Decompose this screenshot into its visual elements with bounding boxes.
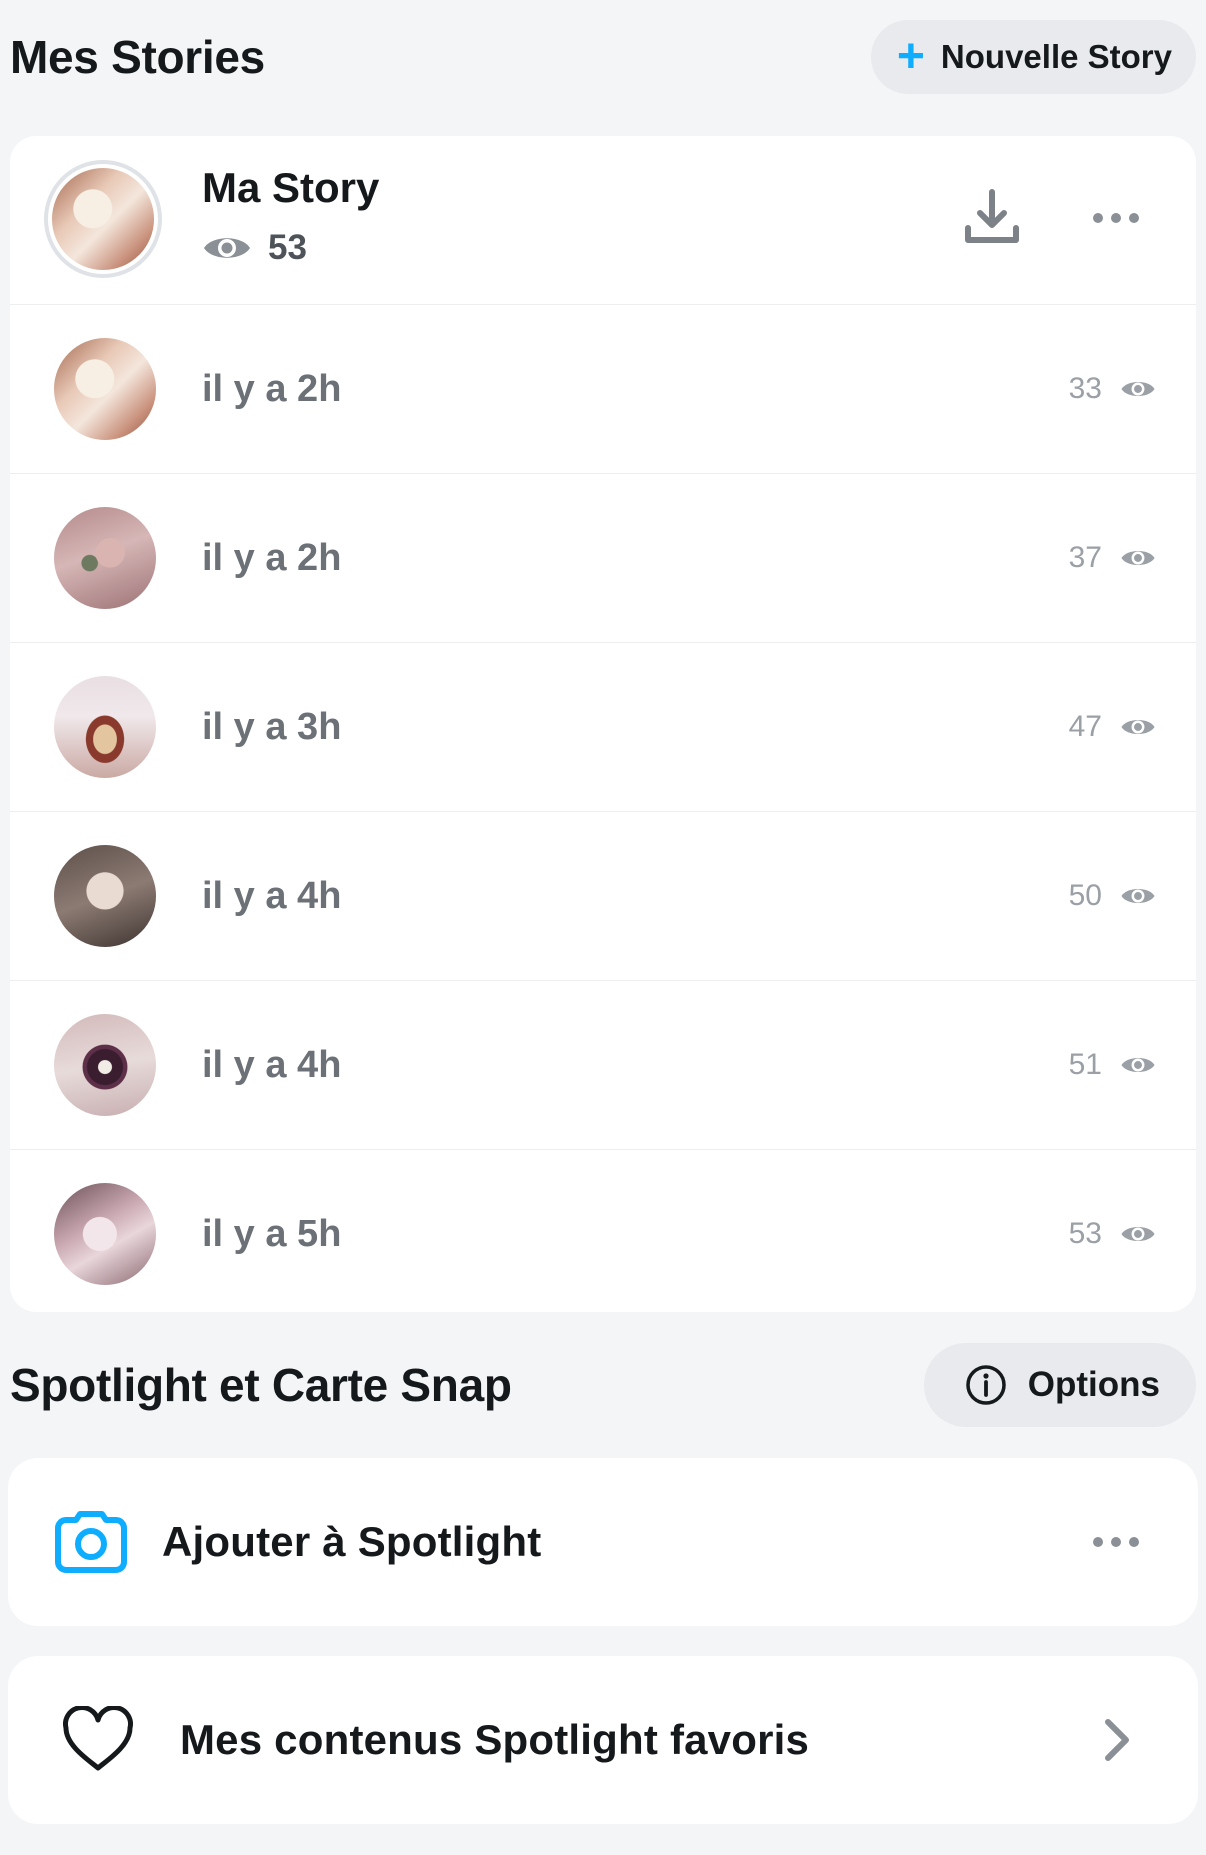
story-snap-row[interactable]: il y a 3h 47 bbox=[10, 643, 1196, 812]
snap-time: il y a 3h bbox=[202, 705, 342, 748]
story-snap-row[interactable]: il y a 2h 33 bbox=[10, 305, 1196, 474]
my-story-card: Ma Story 53 il y a 2h 33 il y a 2h 37 il… bbox=[10, 136, 1196, 1312]
snap-view-count: 51 bbox=[1068, 1048, 1102, 1081]
story-snap-row[interactable]: il y a 5h 53 bbox=[10, 1150, 1196, 1312]
favorites-label: Mes contenus Spotlight favoris bbox=[180, 1716, 810, 1763]
snap-views: 51 bbox=[1069, 981, 1156, 1149]
stories-title: Mes Stories bbox=[10, 31, 265, 83]
eye-icon bbox=[1121, 550, 1155, 566]
options-label: Options bbox=[1027, 1365, 1160, 1404]
snap-time: il y a 2h bbox=[202, 367, 342, 410]
eye-icon bbox=[1121, 888, 1155, 904]
snap-views: 53 bbox=[1069, 1150, 1156, 1312]
snap-time: il y a 4h bbox=[202, 1043, 342, 1086]
download-icon[interactable] bbox=[960, 186, 1024, 250]
snap-time: il y a 5h bbox=[202, 1212, 342, 1255]
snap-thumbnail bbox=[54, 338, 156, 440]
eye-icon bbox=[1121, 1226, 1155, 1242]
favorites-row[interactable]: Mes contenus Spotlight favoris bbox=[8, 1656, 1198, 1824]
stories-header: Mes Stories + Nouvelle Story bbox=[0, 20, 1206, 94]
snap-thumbnail bbox=[54, 507, 156, 609]
snap-views: 50 bbox=[1069, 812, 1156, 980]
stories-page: Mes Stories + Nouvelle Story Ma Story 53 bbox=[0, 0, 1206, 1855]
eye-icon bbox=[1121, 1057, 1155, 1073]
more-options-icon[interactable] bbox=[1088, 206, 1144, 230]
more-options-icon[interactable] bbox=[1088, 1530, 1144, 1554]
my-story-header[interactable]: Ma Story 53 bbox=[10, 136, 1196, 305]
snap-thumbnail bbox=[54, 845, 156, 947]
snap-time: il y a 4h bbox=[202, 874, 342, 917]
my-story-thumbnail bbox=[52, 168, 154, 270]
spotlight-title: Spotlight et Carte Snap bbox=[10, 1359, 512, 1411]
story-snap-row[interactable]: il y a 4h 51 bbox=[10, 981, 1196, 1150]
add-to-spotlight-label: Ajouter à Spotlight bbox=[162, 1518, 542, 1565]
snap-view-count: 37 bbox=[1068, 541, 1102, 574]
spotlight-header: Spotlight et Carte Snap Options bbox=[0, 1342, 1206, 1428]
new-story-button[interactable]: + Nouvelle Story bbox=[870, 20, 1196, 94]
eye-icon bbox=[204, 238, 250, 258]
my-story-views: 53 bbox=[202, 228, 307, 268]
snap-view-count: 50 bbox=[1068, 879, 1102, 912]
story-snap-row[interactable]: il y a 4h 50 bbox=[10, 812, 1196, 981]
snap-view-count: 33 bbox=[1068, 372, 1102, 405]
snap-views: 33 bbox=[1069, 305, 1156, 473]
snap-thumbnail bbox=[54, 676, 156, 778]
snap-thumbnail bbox=[54, 1183, 156, 1285]
snap-views: 37 bbox=[1069, 474, 1156, 642]
story-snap-list: il y a 2h 33 il y a 2h 37 il y a 3h 47 il y a … bbox=[10, 305, 1196, 1312]
snap-thumbnail bbox=[54, 1014, 156, 1116]
camera-icon bbox=[55, 1511, 127, 1573]
my-story-name: Ma Story bbox=[202, 164, 380, 211]
info-icon bbox=[966, 1365, 1006, 1405]
heart-icon bbox=[63, 1706, 133, 1771]
eye-icon bbox=[1121, 719, 1155, 735]
options-button[interactable]: Options bbox=[923, 1343, 1196, 1427]
new-story-label: Nouvelle Story bbox=[940, 38, 1172, 75]
add-to-spotlight-row[interactable]: Ajouter à Spotlight bbox=[8, 1458, 1198, 1626]
eye-icon bbox=[1121, 381, 1155, 397]
story-snap-row[interactable]: il y a 2h 37 bbox=[10, 474, 1196, 643]
my-story-view-count: 53 bbox=[268, 228, 307, 267]
chevron-right-icon[interactable] bbox=[1100, 1718, 1134, 1762]
snap-view-count: 53 bbox=[1068, 1217, 1102, 1250]
plus-icon: + bbox=[896, 30, 925, 83]
snap-view-count: 47 bbox=[1068, 710, 1102, 743]
my-story-avatar[interactable] bbox=[44, 160, 162, 278]
snap-time: il y a 2h bbox=[202, 536, 342, 579]
snap-views: 47 bbox=[1069, 643, 1156, 811]
